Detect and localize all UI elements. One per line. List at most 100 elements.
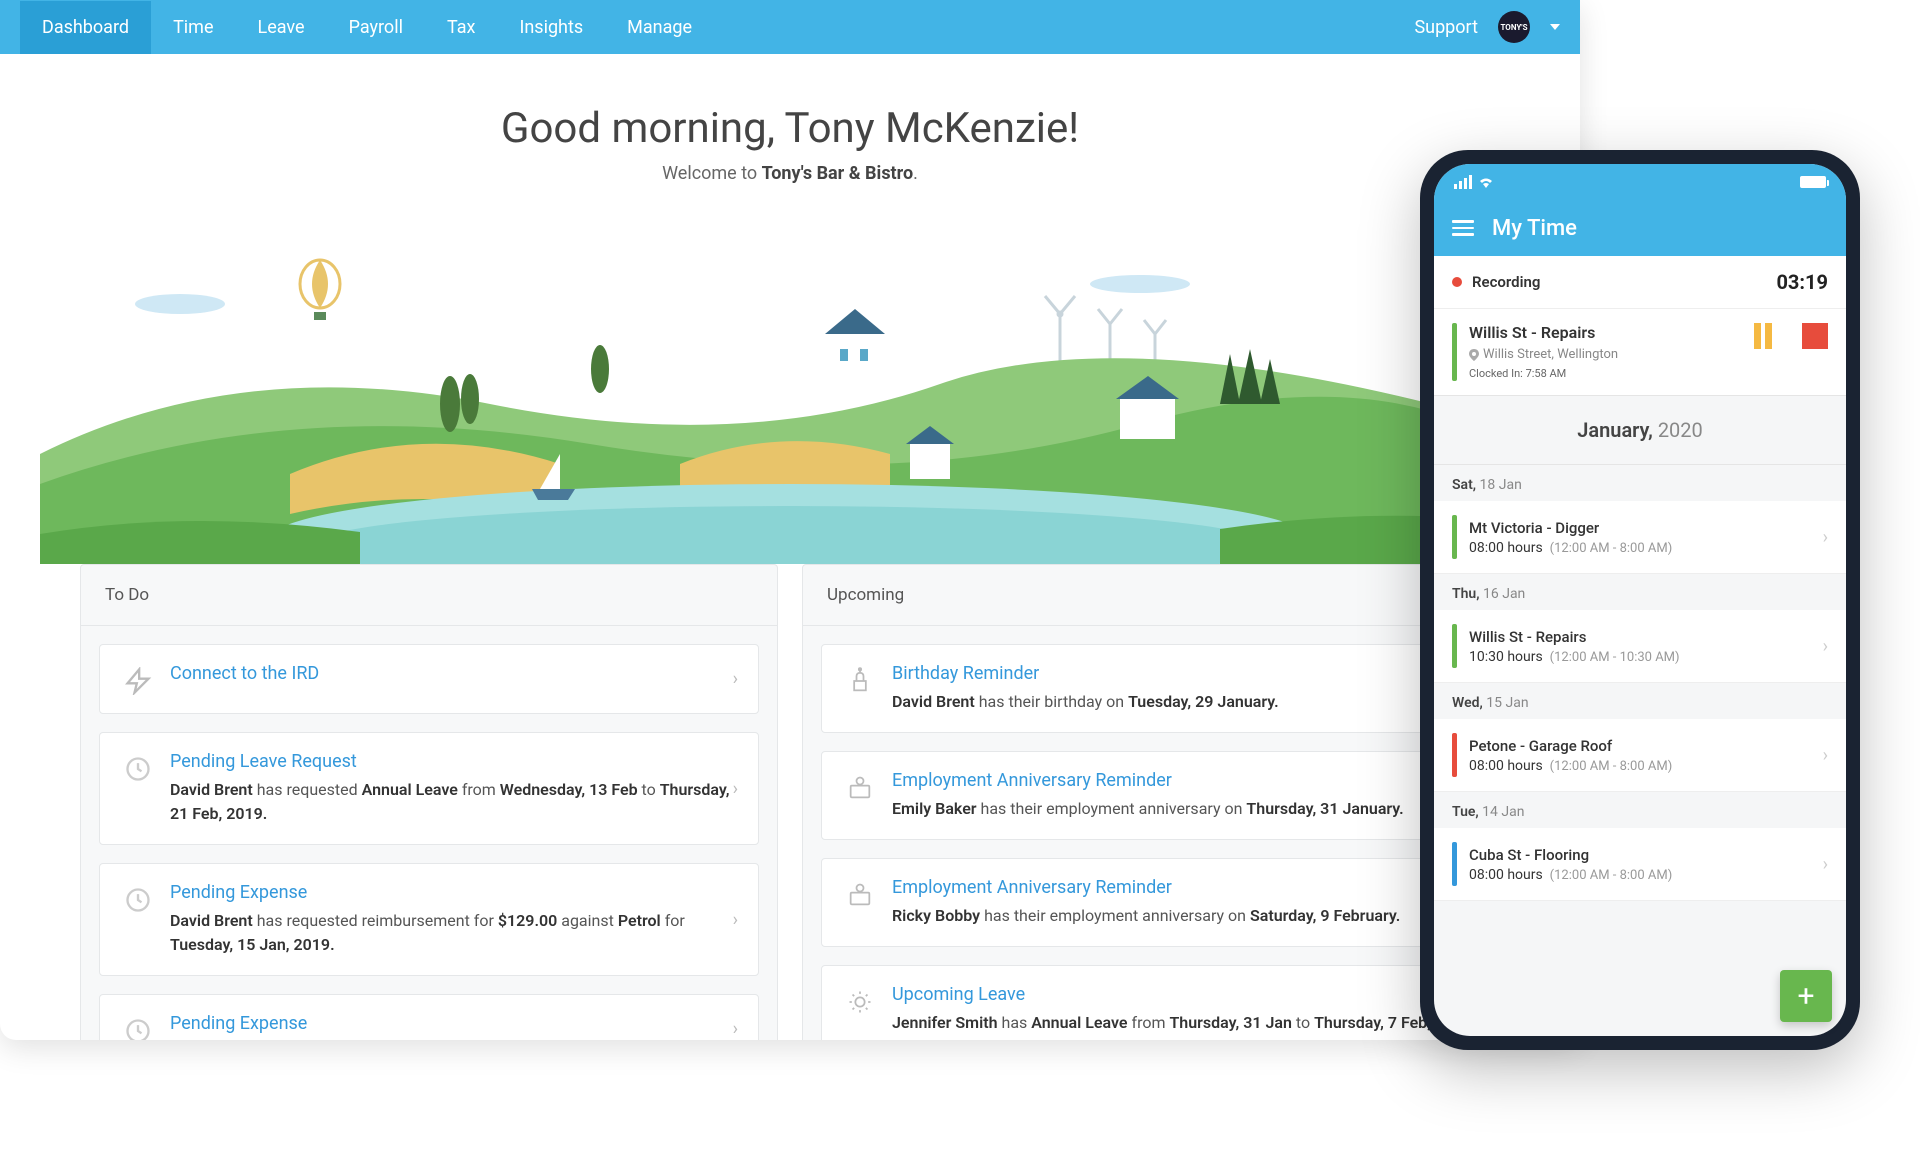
chevron-right-icon: › [733, 778, 738, 799]
chevron-right-icon: › [1823, 854, 1828, 875]
landscape-illustration [0, 254, 1580, 564]
entry-hours: 10:30 hours (12:00 AM - 10:30 AM) [1469, 649, 1811, 665]
card-title: Pending Leave Request [170, 751, 734, 772]
card-description: David Brent has requested Annual Leave f… [170, 778, 734, 826]
time-entries-list[interactable]: Sat, 18 Jan Mt Victoria - Digger 08:00 h… [1434, 465, 1846, 1036]
todo-card[interactable]: Pending Expense David Brent has requeste… [99, 863, 759, 976]
card-description: David Brent has requested reimbursement … [170, 909, 734, 957]
active-timer-location: Willis Street, Wellington [1469, 347, 1742, 362]
chevron-right-icon: › [1823, 636, 1828, 657]
entry-name: Willis St - Repairs [1469, 628, 1811, 646]
chevron-right-icon: › [1823, 745, 1828, 766]
clock-icon [124, 886, 152, 914]
card-title: Pending Expense [170, 1013, 734, 1034]
nav-payroll[interactable]: Payroll [327, 1, 425, 54]
time-entry[interactable]: Cuba St - Flooring 08:00 hours (12:00 AM… [1434, 828, 1846, 901]
upcoming-panel: Upcoming Birthday Reminder David Brent h… [802, 564, 1500, 1040]
time-entry[interactable]: Willis St - Repairs 10:30 hours (12:00 A… [1434, 610, 1846, 683]
active-timer-clocked: Clocked In: 7:58 AM [1469, 366, 1742, 381]
entry-hours: 08:00 hours (12:00 AM - 8:00 AM) [1469, 540, 1811, 556]
time-entry[interactable]: Petone - Garage Roof 08:00 hours (12:00 … [1434, 719, 1846, 792]
entry-hours: 08:00 hours (12:00 AM - 8:00 AM) [1469, 758, 1811, 774]
card-title: Employment Anniversary Reminder [892, 770, 1456, 791]
todo-card[interactable]: Pending Expense › [99, 994, 759, 1040]
upcoming-header: Upcoming [803, 565, 1499, 626]
top-navigation: Dashboard Time Leave Payroll Tax Insight… [0, 0, 1580, 54]
upcoming-card[interactable]: Upcoming Leave Jennifer Smith has Annual… [821, 965, 1481, 1040]
entry-color-bar [1452, 624, 1457, 668]
chevron-right-icon: › [1823, 527, 1828, 548]
nav-right: Support TONY'S [1414, 11, 1560, 43]
entry-name: Petone - Garage Roof [1469, 737, 1811, 755]
phone-app-header: My Time [1434, 200, 1846, 256]
anniversary-icon [846, 881, 874, 909]
card-title: Connect to the IRD [170, 663, 734, 684]
card-title: Pending Expense [170, 882, 734, 903]
day-header: Thu, 16 Jan [1434, 574, 1846, 610]
timer-color-bar [1452, 323, 1457, 381]
card-description: Ricky Bobby has their employment anniver… [892, 904, 1456, 928]
desktop-app-window: Dashboard Time Leave Payroll Tax Insight… [0, 0, 1580, 1040]
phone-status-bar [1434, 164, 1846, 200]
clock-icon [124, 755, 152, 783]
avatar[interactable]: TONY'S [1498, 11, 1530, 43]
active-timer-card[interactable]: Willis St - Repairs Willis Street, Welli… [1434, 309, 1846, 395]
add-entry-fab[interactable]: + [1780, 970, 1832, 1022]
entry-color-bar [1452, 842, 1457, 886]
card-description: Jennifer Smith has Annual Leave from Thu… [892, 1011, 1456, 1035]
phone-mockup: My Time Recording 03:19 Willis St - Repa… [1420, 150, 1860, 1050]
upcoming-card[interactable]: Birthday Reminder David Brent has their … [821, 644, 1481, 733]
pause-button[interactable] [1754, 323, 1772, 349]
anniversary-icon [846, 774, 874, 802]
entry-hours: 08:00 hours (12:00 AM - 8:00 AM) [1469, 867, 1811, 883]
birthday-icon [846, 667, 874, 695]
nav-insights[interactable]: Insights [497, 1, 605, 54]
stop-button[interactable] [1802, 323, 1828, 349]
card-description: Emily Baker has their employment anniver… [892, 797, 1456, 821]
day-header: Tue, 14 Jan [1434, 792, 1846, 828]
card-title: Upcoming Leave [892, 984, 1456, 1005]
hamburger-icon[interactable] [1452, 220, 1474, 236]
todo-card[interactable]: Pending Leave Request David Brent has re… [99, 732, 759, 845]
chevron-right-icon: › [733, 1019, 738, 1040]
card-description: David Brent has their birthday on Tuesda… [892, 690, 1456, 714]
nav-support[interactable]: Support [1414, 17, 1478, 38]
day-header: Sat, 18 Jan [1434, 465, 1846, 501]
day-header: Wed, 15 Jan [1434, 683, 1846, 719]
todo-header: To Do [81, 565, 777, 626]
phone-screen: My Time Recording 03:19 Willis St - Repa… [1434, 164, 1846, 1036]
welcome-subtitle: Welcome to Tony's Bar & Bistro. [40, 163, 1540, 184]
todo-card[interactable]: Connect to the IRD › [99, 644, 759, 714]
recording-status-bar: Recording 03:19 [1434, 256, 1846, 309]
upcoming-card[interactable]: Employment Anniversary Reminder Ricky Bo… [821, 858, 1481, 947]
entry-name: Cuba St - Flooring [1469, 846, 1811, 864]
nav-manage[interactable]: Manage [605, 1, 714, 54]
todo-panel: To Do Connect to the IRD › Pending Leave… [80, 564, 778, 1040]
recording-dot-icon [1452, 277, 1462, 287]
phone-app-title: My Time [1492, 216, 1577, 241]
chevron-right-icon: › [733, 909, 738, 930]
nav-dashboard[interactable]: Dashboard [20, 1, 151, 54]
sun-icon [846, 988, 874, 1016]
upcoming-card[interactable]: Employment Anniversary Reminder Emily Ba… [821, 751, 1481, 840]
nav-time[interactable]: Time [151, 1, 235, 54]
greeting-title: Good morning, Tony McKenzie! [40, 104, 1540, 153]
signal-icon [1454, 175, 1472, 189]
nav-leave[interactable]: Leave [236, 1, 327, 54]
entry-color-bar [1452, 515, 1457, 559]
chevron-right-icon: › [733, 669, 738, 690]
time-entry[interactable]: Mt Victoria - Digger 08:00 hours (12:00 … [1434, 501, 1846, 574]
recording-label: Recording [1472, 273, 1540, 291]
battery-icon [1800, 176, 1826, 188]
recording-elapsed: 03:19 [1776, 270, 1828, 294]
chevron-down-icon[interactable] [1550, 24, 1560, 30]
card-title: Employment Anniversary Reminder [892, 877, 1456, 898]
month-header: January, 2020 [1434, 395, 1846, 465]
entry-color-bar [1452, 733, 1457, 777]
lightning-icon [124, 667, 152, 695]
entry-name: Mt Victoria - Digger [1469, 519, 1811, 537]
active-timer-name: Willis St - Repairs [1469, 323, 1742, 342]
dashboard-panels: To Do Connect to the IRD › Pending Leave… [0, 564, 1580, 1040]
nav-tax[interactable]: Tax [425, 1, 497, 54]
pin-icon [1469, 349, 1479, 361]
